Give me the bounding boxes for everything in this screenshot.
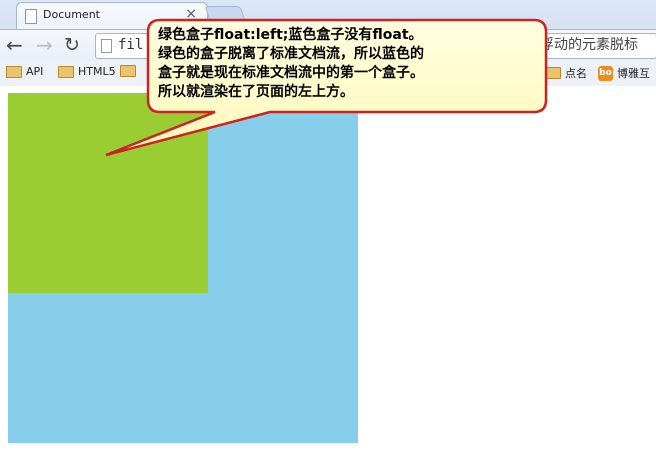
callout-line: 绿色的盒子脱离了标准文档流，所以蓝色的	[158, 46, 424, 62]
callout-text: 绿色盒子float:left;蓝色盒子没有float。 绿色的盒子脱离了标准文档…	[150, 22, 542, 110]
document-icon	[25, 9, 37, 24]
back-arrow-icon[interactable]: ←	[6, 33, 23, 57]
green-box	[8, 93, 208, 293]
reload-icon[interactable]: ↻	[64, 33, 80, 57]
bookmark-boya[interactable]: bo 博雅互	[598, 65, 650, 81]
bookmark-api[interactable]: API	[6, 65, 43, 78]
folder-icon	[6, 65, 22, 78]
url-text: fil	[118, 37, 144, 53]
bookmark-html5[interactable]: HTML5	[58, 65, 116, 78]
callout-line: 所以就渲染在了页面的左上方。	[158, 84, 354, 100]
bo-badge-icon: bo	[598, 65, 613, 81]
bookmark-label: 博雅互	[617, 67, 650, 80]
forward-arrow-icon[interactable]: →	[36, 33, 53, 57]
bookmark-label: API	[26, 65, 44, 78]
address-bar-partial-text: 浮动的元素脱标	[540, 37, 638, 53]
folder-icon	[120, 65, 136, 77]
page-icon	[101, 39, 112, 53]
tab-title: Document	[43, 8, 100, 21]
callout-line: 绿色盒子float:left;蓝色盒子没有float。	[158, 27, 423, 43]
bookmark-label: 点名	[565, 67, 587, 80]
bookmark-label: HTML5	[78, 65, 116, 78]
bookmark-dianming[interactable]: 点名	[545, 65, 587, 81]
folder-icon	[545, 67, 561, 79]
bookmark-folder-3[interactable]	[120, 65, 136, 77]
tab-close-icon[interactable]: ×	[185, 6, 197, 22]
folder-icon	[58, 65, 74, 78]
callout-line: 盒子就是现在标准文档流中的第一个盒子。	[158, 65, 424, 81]
page-content	[0, 86, 656, 451]
